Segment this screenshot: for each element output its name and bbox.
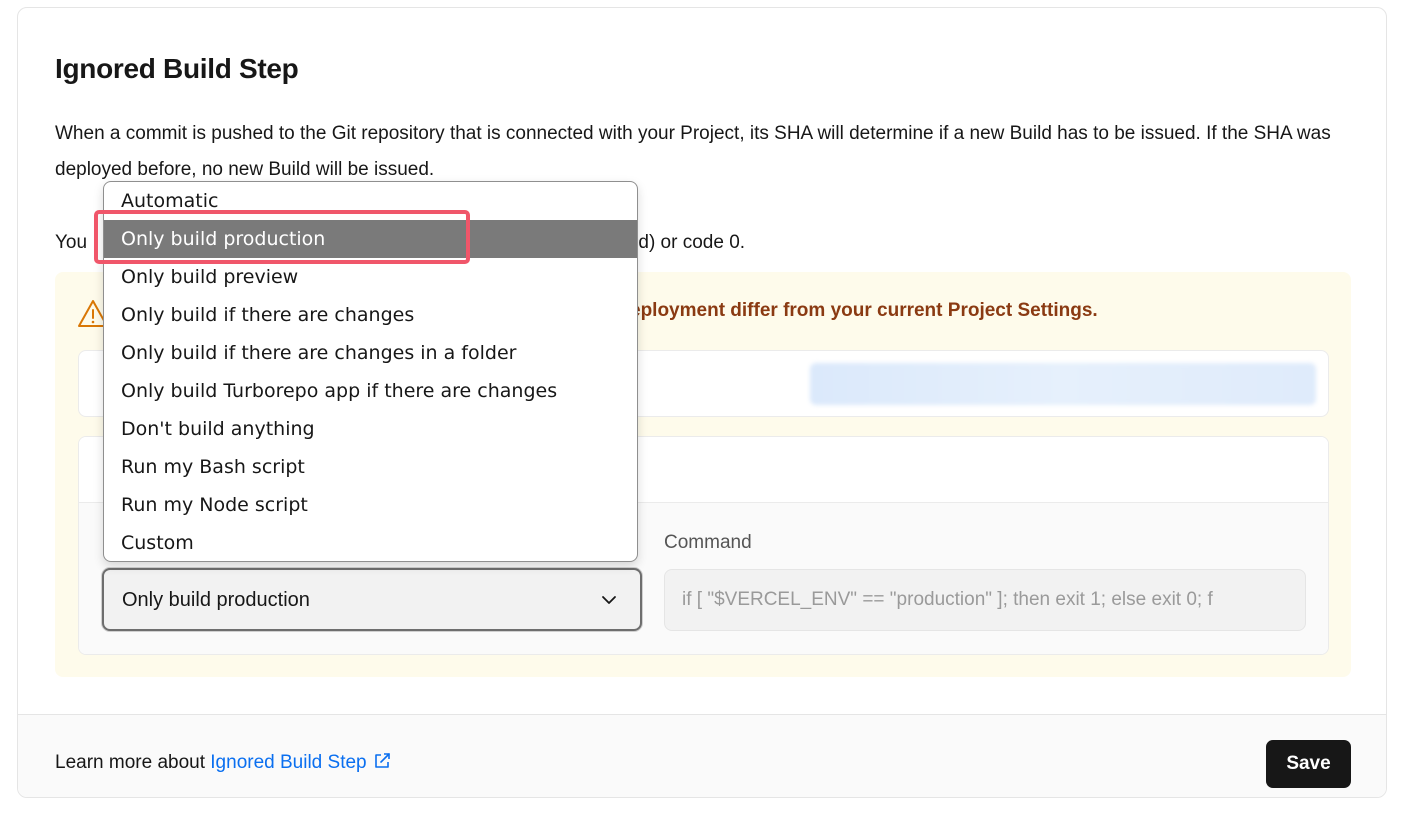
blurred-deployment-value xyxy=(810,363,1316,405)
dropdown-option-only-build-if-changes-in-folder[interactable]: Only build if there are changes in a fol… xyxy=(104,334,637,372)
external-link-icon xyxy=(374,753,390,768)
description-prefix: You xyxy=(55,232,88,253)
dropdown-option-only-build-if-changes[interactable]: Only build if there are changes xyxy=(104,296,637,334)
behavior-select[interactable]: Only build production xyxy=(102,568,642,631)
save-button[interactable]: Save xyxy=(1266,740,1351,788)
learn-more-prefix: Learn more about xyxy=(55,752,205,773)
docs-link-label: Ignored Build Step xyxy=(210,752,367,773)
card-footer: Learn more about Ignored Build Step Save xyxy=(18,714,1386,797)
behavior-dropdown-list[interactable]: Automatic Only build production Only bui… xyxy=(103,181,638,562)
warning-text-visible: eployment differ from your current Proje… xyxy=(630,300,1098,321)
dropdown-option-automatic[interactable]: Automatic xyxy=(104,182,637,220)
command-label: Command xyxy=(664,532,752,553)
dropdown-option-only-build-turborepo[interactable]: Only build Turborepo app if there are ch… xyxy=(104,372,637,410)
dropdown-option-custom[interactable]: Custom xyxy=(104,524,637,561)
command-input-value: if [ "$VERCEL_ENV" == "production" ]; th… xyxy=(682,589,1213,610)
chevron-down-icon xyxy=(602,596,616,604)
behavior-select-value: Only build production xyxy=(122,589,310,611)
section-title: Ignored Build Step xyxy=(55,53,299,84)
dropdown-option-run-bash-script[interactable]: Run my Bash script xyxy=(104,448,637,486)
section-description: When a commit is pushed to the Git repos… xyxy=(55,123,1331,180)
dropdown-option-only-build-production[interactable]: Only build production xyxy=(104,220,637,258)
dropdown-option-only-build-preview[interactable]: Only build preview xyxy=(104,258,637,296)
dropdown-option-run-node-script[interactable]: Run my Node script xyxy=(104,486,637,524)
command-input[interactable]: if [ "$VERCEL_ENV" == "production" ]; th… xyxy=(664,569,1306,631)
learn-more-text: Learn more about Ignored Build Step xyxy=(55,752,391,774)
ignored-build-step-docs-link[interactable]: Ignored Build Step xyxy=(210,752,390,773)
dropdown-option-dont-build-anything[interactable]: Don't build anything xyxy=(104,410,637,448)
